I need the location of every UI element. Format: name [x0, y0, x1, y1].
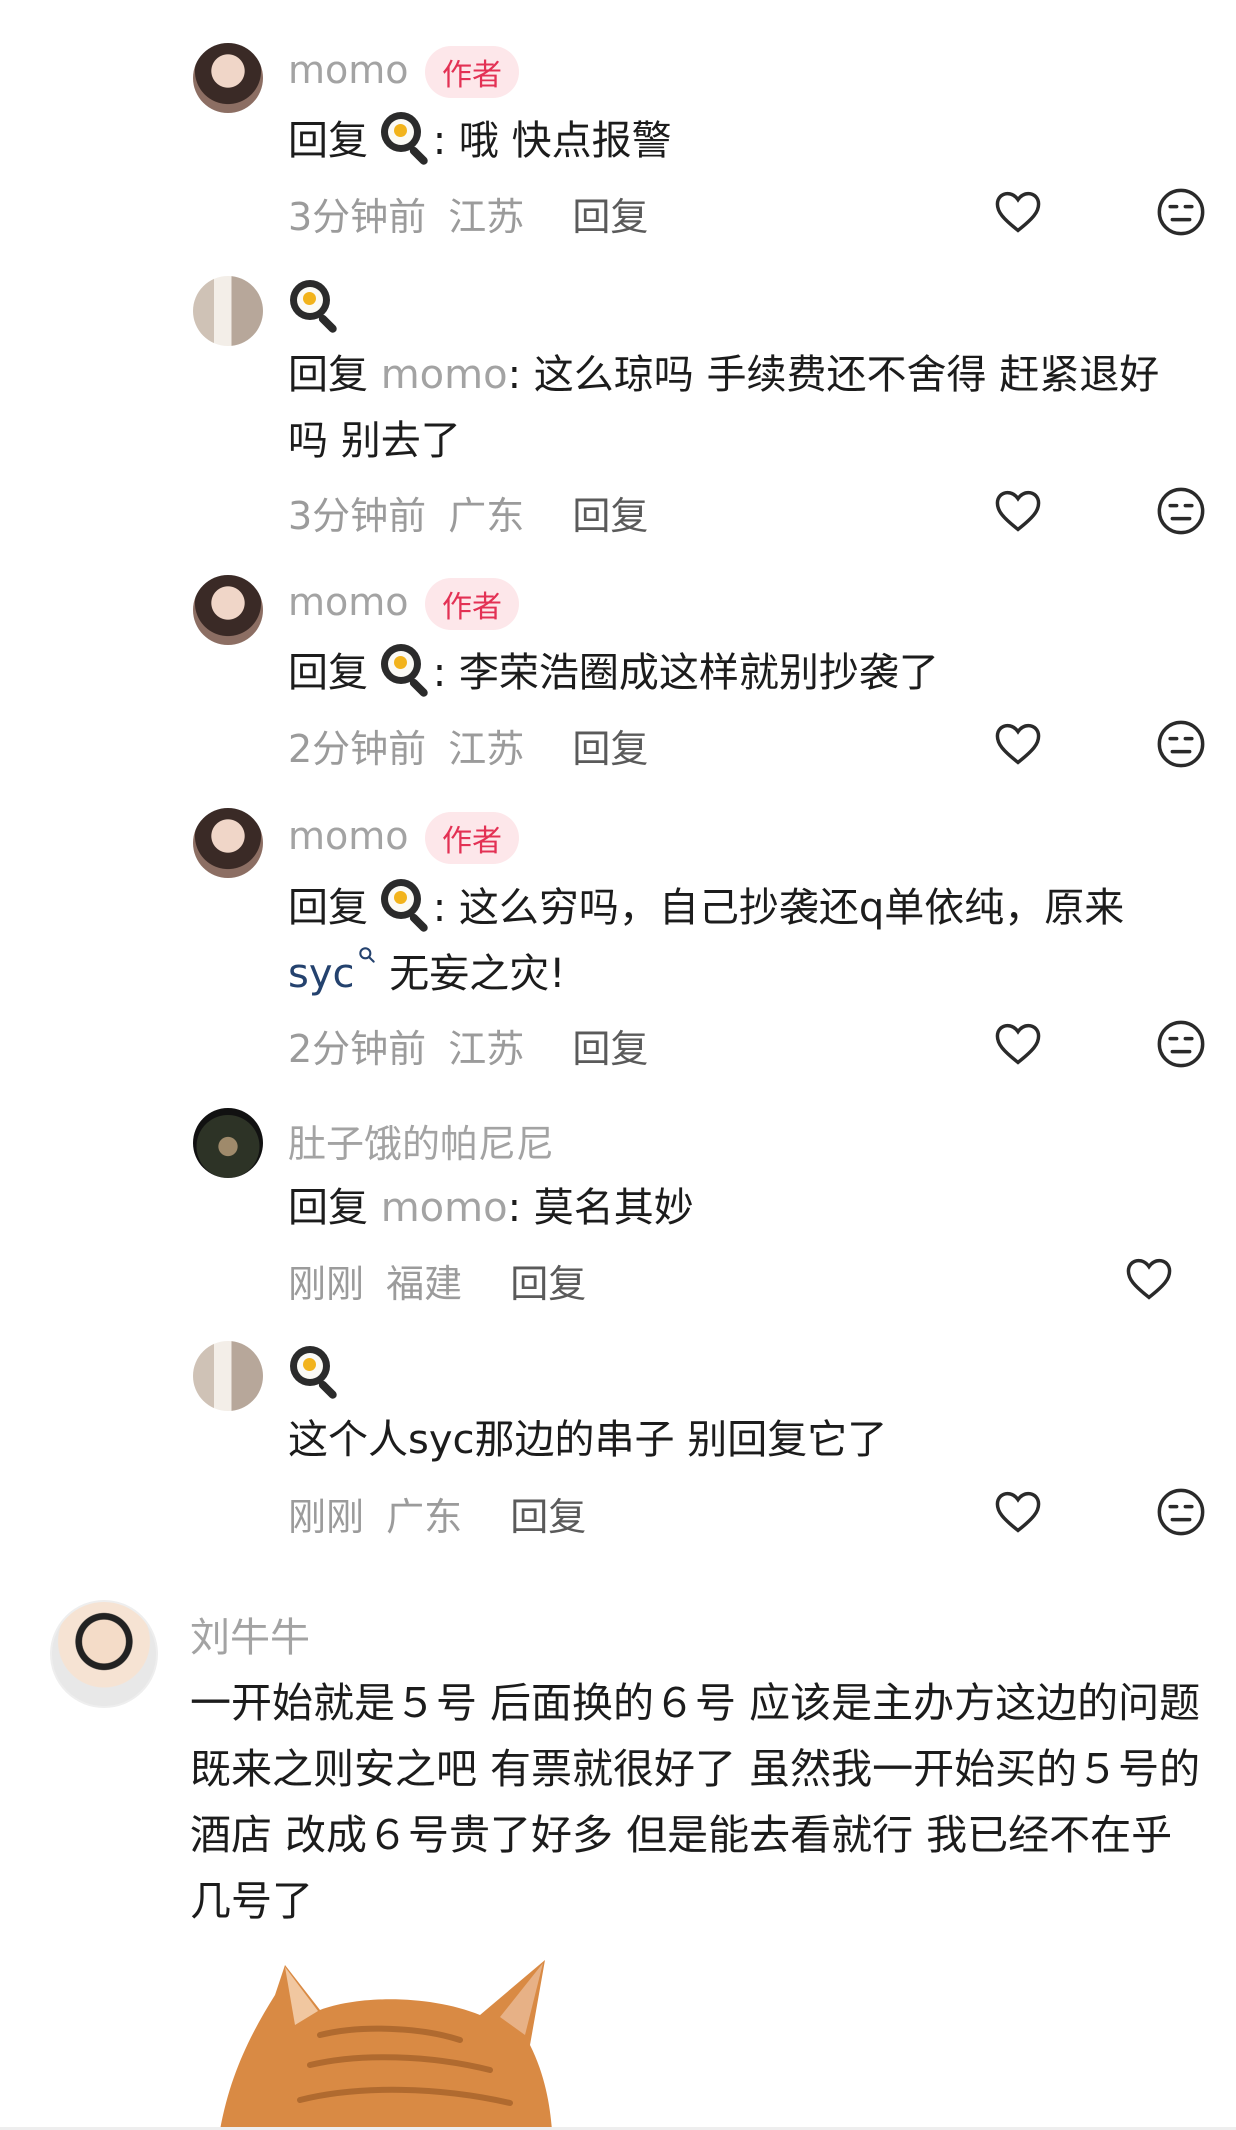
reply-button[interactable]: 回复 [572, 1027, 648, 1071]
location: 福建 [386, 1262, 463, 1306]
avatar[interactable] [193, 575, 263, 645]
neutral-face-icon[interactable] [1155, 186, 1207, 238]
reply-content: 这么琼吗 手续费还不舍得 赶紧退好 [533, 352, 1160, 398]
heart-outline-icon[interactable] [992, 1486, 1044, 1538]
reply-button[interactable]: 回复 [572, 195, 648, 239]
mention-username[interactable]: momo [381, 352, 508, 398]
avatar[interactable] [193, 1108, 263, 1178]
reply-prefix: 回复 [288, 885, 368, 931]
reply-meta: 2分钟前 江苏 回复 [288, 1018, 648, 1073]
timestamp: 2分钟前 [288, 1027, 427, 1071]
fried-egg-pan-icon[interactable] [380, 879, 433, 934]
heart-outline-icon[interactable] [992, 1018, 1044, 1070]
comment-line: 既来之则安之吧 有票就很好了 虽然我一开始买的５号的 [190, 1745, 1201, 1793]
username[interactable]: 刘牛牛 [190, 1605, 310, 1663]
username[interactable]: momo [288, 48, 409, 92]
username[interactable]: momo [288, 814, 409, 858]
mention-username[interactable]: momo [381, 1185, 508, 1231]
reply-separator: : [507, 352, 534, 398]
cat-sticker-image[interactable] [200, 1955, 560, 2130]
reply-content: 哦 快点报警 [458, 118, 672, 164]
fried-egg-pan-icon[interactable] [290, 1346, 342, 1401]
search-link[interactable]: syc [288, 951, 355, 997]
avatar[interactable] [50, 1600, 158, 1708]
neutral-face-icon[interactable] [1155, 718, 1207, 770]
reply-content: 莫名其妙 [533, 1185, 694, 1231]
comment-line: 酒店 改成６号贵了好多 但是能去看就行 我已经不在乎 [190, 1811, 1173, 1859]
timestamp: 3分钟前 [288, 195, 427, 239]
reply-content-continued: 吗 别去了 [288, 418, 461, 464]
fried-egg-pan-icon[interactable] [380, 112, 433, 167]
comment-line: 几号了 [190, 1877, 313, 1925]
location: 江苏 [448, 727, 525, 771]
timestamp: 3分钟前 [288, 494, 427, 538]
neutral-face-icon[interactable] [1155, 485, 1207, 537]
reply-text: 回复 momo: 莫名其妙 [288, 1175, 1188, 1241]
reply-button[interactable]: 回复 [510, 1495, 586, 1539]
heart-outline-icon[interactable] [992, 485, 1044, 537]
neutral-face-icon[interactable] [1155, 1486, 1207, 1538]
username[interactable]: momo [288, 580, 409, 624]
location: 江苏 [448, 195, 525, 239]
reply-meta: 刚刚 广东 回复 [288, 1486, 586, 1541]
heart-outline-icon[interactable] [992, 186, 1044, 238]
reply-meta: 3分钟前 广东 回复 [288, 485, 648, 540]
author-badge: 作者 [425, 578, 519, 630]
reply-prefix: 回复 [288, 118, 368, 164]
reply-content: 这个人syc那边的串子 别回复它了 [288, 1417, 888, 1463]
reply-meta: 刚刚 福建 回复 [288, 1253, 586, 1308]
reply-button[interactable]: 回复 [572, 494, 648, 538]
reply-prefix: 回复 [288, 1185, 368, 1231]
reply-text: 回复 : 李荣浩圈成这样就别抄袭了 [288, 640, 1188, 706]
reply-prefix: 回复 [288, 650, 368, 696]
username[interactable]: 肚子饿的帕尼尼 [288, 1113, 554, 1168]
heart-outline-icon[interactable] [992, 718, 1044, 770]
comment-line: 一开始就是５号 后面换的６号 应该是主办方这边的问题 [190, 1679, 1201, 1727]
reply-text: 回复 : 这么穷吗，自己抄袭还q单依纯，原来 syc 无妄之灾! [288, 875, 1188, 1007]
reply-separator: : [432, 885, 459, 931]
avatar[interactable] [193, 276, 263, 346]
fried-egg-pan-icon[interactable] [290, 280, 342, 335]
reply-separator: : [432, 118, 459, 164]
location: 广东 [448, 494, 525, 538]
reply-button[interactable]: 回复 [572, 727, 648, 771]
reply-content-continued: 无妄之灾! [376, 951, 566, 997]
reply-separator: : [432, 650, 459, 696]
author-badge: 作者 [425, 812, 519, 864]
neutral-face-icon[interactable] [1155, 1018, 1207, 1070]
timestamp: 刚刚 [288, 1495, 365, 1539]
timestamp: 2分钟前 [288, 727, 427, 771]
author-badge: 作者 [425, 46, 519, 98]
reply-text: 回复 : 哦 快点报警 [288, 108, 1188, 174]
location: 广东 [386, 1495, 463, 1539]
reply-meta: 3分钟前 江苏 回复 [288, 186, 648, 241]
location: 江苏 [448, 1027, 525, 1071]
reply-meta: 2分钟前 江苏 回复 [288, 718, 648, 773]
reply-text: 这个人syc那边的串子 别回复它了 [288, 1407, 1188, 1473]
heart-outline-icon[interactable] [1123, 1253, 1175, 1305]
reply-button[interactable]: 回复 [510, 1262, 586, 1306]
reply-text: 回复 momo: 这么琼吗 手续费还不舍得 赶紧退好 吗 别去了 [288, 342, 1188, 474]
reply-prefix: 回复 [288, 352, 368, 398]
reply-content: 李荣浩圈成这样就别抄袭了 [458, 650, 939, 696]
comment-text: 一开始就是５号 后面换的６号 应该是主办方这边的问题 既来之则安之吧 有票就很好… [190, 1670, 1210, 1934]
avatar[interactable] [193, 808, 263, 878]
search-icon[interactable] [357, 945, 377, 965]
avatar[interactable] [193, 43, 263, 113]
reply-content: 这么穷吗，自己抄袭还q单依纯，原来 [458, 885, 1125, 931]
reply-separator: : [507, 1185, 534, 1231]
avatar[interactable] [193, 1341, 263, 1411]
timestamp: 刚刚 [288, 1262, 365, 1306]
fried-egg-pan-icon[interactable] [380, 644, 433, 699]
